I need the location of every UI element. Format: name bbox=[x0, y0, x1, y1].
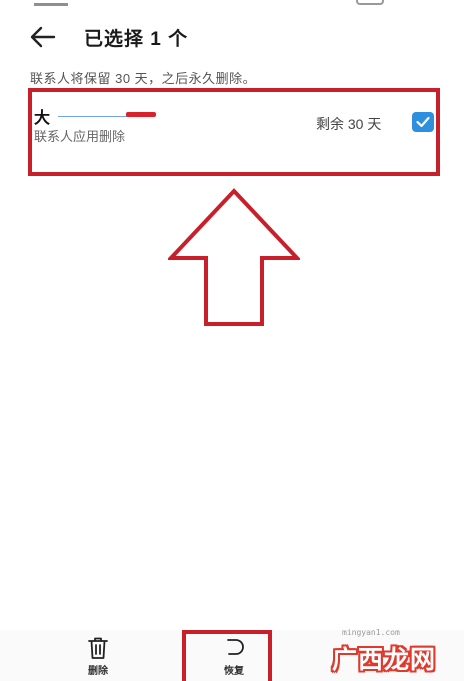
contact-source: 联系人应用删除 bbox=[34, 129, 126, 144]
contact-name: 大 bbox=[34, 110, 51, 127]
trash-icon bbox=[88, 637, 108, 659]
check-icon bbox=[416, 116, 430, 128]
restore-highlight-box bbox=[182, 630, 272, 681]
watermark-logo: 广西龙网 bbox=[332, 646, 437, 674]
select-checkbox[interactable] bbox=[412, 112, 434, 132]
delete-label: 删除 bbox=[88, 666, 108, 677]
watermark-url: mingyan1.com bbox=[342, 628, 400, 637]
contact-list-item[interactable]: 大 联系人应用删除 剩余 30 天 bbox=[28, 88, 440, 176]
remaining-days: 剩余 30 天 bbox=[316, 116, 382, 132]
arrow-left-icon bbox=[30, 26, 56, 48]
signal-icon bbox=[34, 0, 68, 6]
top-bar: 已选择 1 个 bbox=[0, 14, 464, 60]
up-arrow-annotation bbox=[168, 188, 300, 326]
page-title: 已选择 1 个 bbox=[84, 29, 189, 50]
battery-icon bbox=[356, 0, 384, 5]
status-bar bbox=[0, 0, 464, 12]
delete-button[interactable]: 删除 bbox=[68, 636, 128, 678]
retention-notice: 联系人将保留 30 天，之后永久删除。 bbox=[30, 71, 257, 86]
back-button[interactable] bbox=[26, 22, 60, 52]
redacted-name bbox=[58, 106, 158, 120]
